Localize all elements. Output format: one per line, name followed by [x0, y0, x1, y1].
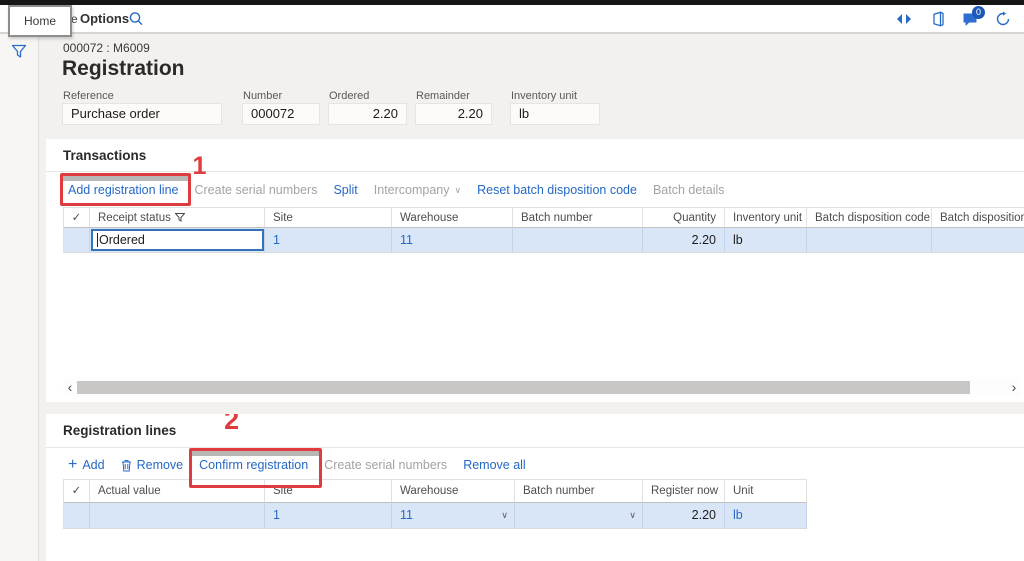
batch-disposition-status-cell[interactable]	[932, 228, 1024, 253]
panes-toggle-icon[interactable]	[895, 10, 913, 28]
inventory-unit-field[interactable]: lb	[510, 103, 600, 125]
warehouse-cell[interactable]: 11 ∨	[392, 503, 515, 529]
create-serial-numbers-button: Create serial numbers	[194, 183, 318, 197]
home-tooltip: Home	[8, 5, 72, 37]
column-header-receipt-status[interactable]: Receipt status	[90, 207, 265, 228]
unit-cell[interactable]: lb	[725, 503, 807, 529]
horizontal-scrollbar[interactable]: ‹ ›	[63, 378, 1021, 397]
search-icon[interactable]	[127, 10, 145, 28]
intercompany-menu-button: Intercompany ∨	[373, 183, 462, 197]
row-select-checkbox[interactable]	[63, 228, 90, 253]
remove-all-button[interactable]: Remove all	[463, 458, 526, 472]
create-serial-numbers-button-2: Create serial numbers	[324, 458, 448, 472]
registration-lines-toolbar: Add Remove 2 Confirm registration Create…	[68, 414, 526, 488]
dropdown-chevron-icon[interactable]: ∨	[501, 503, 508, 528]
annotation-box-2: 2	[189, 414, 323, 488]
field-label-ordered: Ordered	[329, 90, 370, 102]
remainder-field[interactable]: 2.20	[415, 103, 492, 125]
actual-value-cell[interactable]	[90, 503, 265, 529]
dropdown-chevron-icon[interactable]: ∨	[629, 503, 636, 528]
column-header-warehouse[interactable]: Warehouse	[392, 479, 515, 503]
column-header-batch-disposition-status[interactable]: Batch disposition status	[932, 207, 1024, 228]
refresh-icon[interactable]	[994, 10, 1012, 28]
remove-button[interactable]: Remove	[121, 458, 183, 472]
site-cell[interactable]: 1	[265, 503, 392, 529]
warehouse-cell[interactable]: 11	[392, 228, 513, 253]
scroll-right-icon[interactable]: ›	[1007, 378, 1021, 397]
batch-disposition-code-cell[interactable]	[807, 228, 932, 253]
annotation-box-1: 1	[60, 152, 206, 206]
home-tooltip-label: Home	[23, 14, 56, 28]
site-cell[interactable]: 1	[265, 228, 392, 253]
split-button[interactable]: Split	[333, 183, 357, 197]
registration-lines-grid: ✓ Actual value Site Warehouse Batch numb…	[63, 479, 807, 529]
batch-number-cell[interactable]: ∨	[515, 503, 643, 529]
filter-icon[interactable]	[11, 44, 27, 60]
toolbar-right-icons: 0	[895, 6, 1012, 30]
receipt-status-editor[interactable]: Ordered	[91, 229, 264, 251]
left-sidebar	[0, 34, 39, 561]
field-label-reference: Reference	[63, 90, 114, 102]
batch-number-cell[interactable]	[513, 228, 643, 253]
transactions-section: Transactions 1 Add registration line Cre…	[46, 139, 1024, 402]
select-all-column-header[interactable]: ✓	[63, 479, 90, 503]
column-header-unit[interactable]: Unit	[725, 479, 807, 503]
column-header-batch-disposition-code[interactable]: Batch disposition code	[807, 207, 932, 228]
ordered-field[interactable]: 2.20	[328, 103, 407, 125]
registration-lines-title: Registration lines	[63, 423, 177, 438]
quantity-cell[interactable]: 2.20	[643, 228, 725, 253]
messages-icon[interactable]: 0	[961, 6, 985, 28]
scroll-left-icon[interactable]: ‹	[63, 378, 77, 397]
column-header-inventory-unit[interactable]: Inventory unit	[725, 207, 807, 228]
column-header-batch-number[interactable]: Batch number	[513, 207, 643, 228]
batch-details-button: Batch details	[652, 183, 725, 197]
annotation-step-2: 2	[224, 414, 240, 435]
page-title: Registration	[62, 57, 185, 80]
column-header-batch-number[interactable]: Batch number	[515, 479, 643, 503]
column-header-warehouse[interactable]: Warehouse	[392, 207, 513, 228]
transactions-grid: ✓ Receipt status Site Warehouse Batch nu…	[63, 207, 1024, 253]
transactions-title: Transactions	[63, 148, 147, 163]
field-label-inventory-unit: Inventory unit	[511, 90, 578, 102]
registration-lines-grid-header: ✓ Actual value Site Warehouse Batch numb…	[63, 479, 807, 503]
message-count-badge: 0	[972, 6, 985, 19]
scrollbar-thumb[interactable]	[77, 381, 970, 394]
row-select-checkbox[interactable]	[63, 503, 90, 529]
registration-lines-row-selected[interactable]: 1 11 ∨ ∨ 2.20 lb	[63, 503, 807, 529]
annotation-step-1: 1	[192, 152, 207, 180]
column-header-quantity[interactable]: Quantity	[643, 207, 725, 228]
inventory-unit-cell[interactable]: lb	[725, 228, 807, 253]
receipt-status-cell[interactable]: Ordered	[90, 228, 265, 253]
trash-icon	[121, 459, 131, 471]
register-now-cell[interactable]: 2.20	[643, 503, 725, 529]
text-caret	[97, 233, 98, 247]
add-button[interactable]: Add	[68, 458, 104, 472]
transactions-toolbar: 1 Add registration line Create serial nu…	[60, 152, 725, 206]
hidden-tab-fragment: e	[71, 12, 78, 26]
record-id: 000072 : M6009	[63, 41, 150, 55]
transactions-row-selected[interactable]: Ordered 1 11 2.20 lb	[63, 228, 1024, 253]
dynamics-registration-page: { "colors": { "accent_link": "#2569c7", …	[0, 0, 1024, 561]
number-field[interactable]: 000072	[242, 103, 320, 125]
scrollbar-track[interactable]	[77, 378, 1007, 397]
transactions-grid-header: ✓ Receipt status Site Warehouse Batch nu…	[63, 207, 1024, 228]
select-all-column-header[interactable]: ✓	[63, 207, 90, 228]
field-label-remainder: Remainder	[416, 90, 470, 102]
plus-icon	[68, 458, 77, 472]
filter-applied-icon	[174, 213, 185, 222]
column-header-site[interactable]: Site	[265, 207, 392, 228]
field-label-number: Number	[243, 90, 283, 102]
office-apps-icon[interactable]	[928, 10, 946, 28]
reference-field[interactable]: Purchase order	[62, 103, 222, 125]
column-header-register-now[interactable]: Register now	[643, 479, 725, 503]
reset-batch-disposition-code-button[interactable]: Reset batch disposition code	[477, 183, 637, 197]
registration-lines-section: Registration lines Add Remove 2 Confirm …	[46, 414, 1024, 561]
app-toolbar: e Options 0 Home	[0, 5, 1024, 37]
tab-options[interactable]: Options	[80, 11, 129, 26]
chevron-down-icon: ∨	[454, 185, 462, 195]
